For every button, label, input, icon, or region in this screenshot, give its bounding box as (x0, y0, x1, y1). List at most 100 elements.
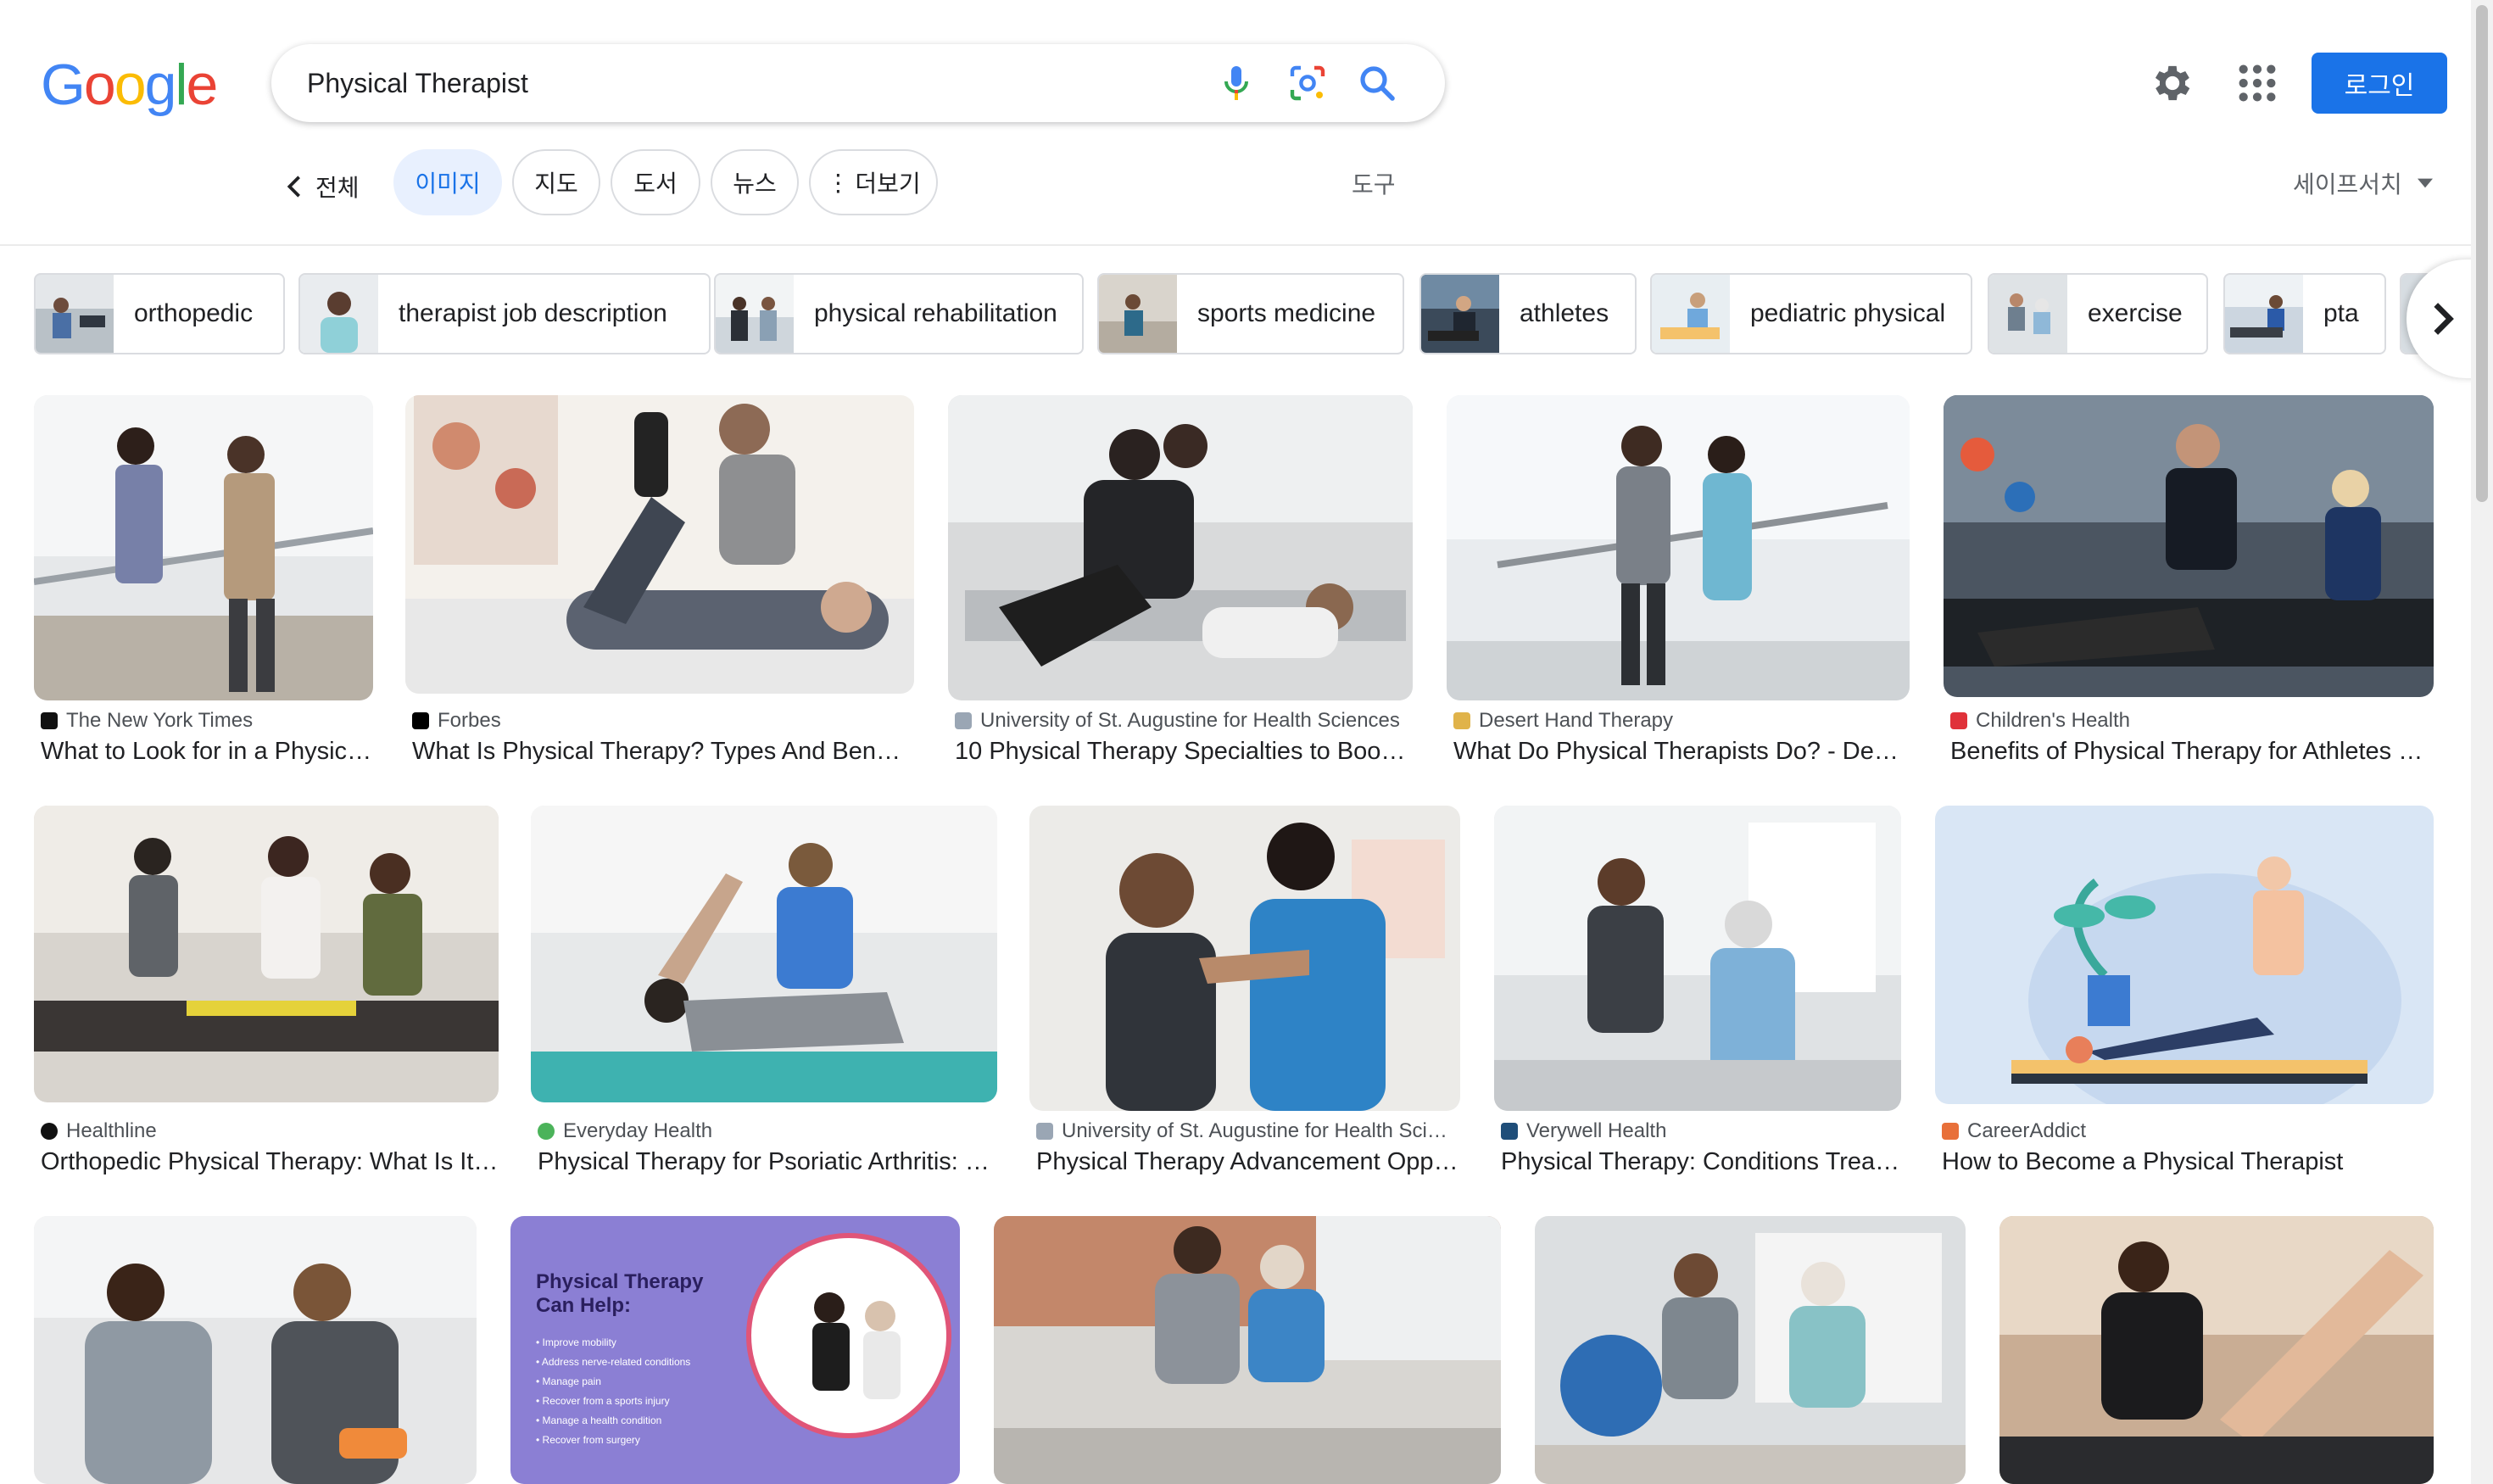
tab-all-back[interactable]: 전체 (285, 161, 360, 212)
image-result-card[interactable]: University of St. Augustine for Health S… (948, 395, 1413, 765)
search-icon[interactable] (1357, 63, 1397, 103)
result-source[interactable]: Healthline (41, 1119, 157, 1143)
source-name: Forbes (438, 709, 501, 732)
header-divider (0, 244, 2471, 246)
settings-gear-icon[interactable] (2149, 59, 2196, 107)
result-image[interactable] (1447, 395, 1910, 700)
chevron-left-icon (287, 176, 300, 198)
favicon (955, 712, 972, 729)
apps-grid-icon[interactable] (2234, 59, 2281, 107)
tab-news[interactable]: 뉴스 (711, 149, 799, 215)
source-name: Everyday Health (563, 1119, 713, 1142)
chip-label: pta (2323, 299, 2359, 327)
lens-icon[interactable] (1287, 63, 1328, 103)
result-title[interactable]: What Do Physical Therapists Do? - Desert… (1453, 738, 1910, 766)
result-image[interactable] (948, 395, 1413, 700)
result-source[interactable]: University of St. Augustine for Health S… (955, 709, 1400, 733)
tab-images[interactable]: 이미지 (393, 149, 502, 215)
chip-pta[interactable]: pta (2223, 273, 2386, 354)
image-result-card[interactable]: Forbes What Is Physical Therapy? Types A… (405, 395, 914, 765)
image-result-card[interactable]: University of St. Augustine for Health S… (1029, 806, 1460, 1175)
chip-label: therapist job description (399, 299, 667, 327)
safesearch-label: 세이프서치 (2293, 171, 2402, 198)
result-title[interactable]: 10 Physical Therapy Specialties to Boost… (955, 738, 1413, 766)
image-result-card[interactable]: CareerAddict How to Become a Physical Th… (1935, 806, 2434, 1175)
chip-athletes[interactable]: athletes (1419, 273, 1637, 354)
result-image[interactable] (1944, 395, 2434, 697)
logo-letter: o (114, 53, 147, 117)
chip-thumbnail (1989, 275, 2067, 353)
image-result-card[interactable]: Desert Hand Therapy What Do Physical The… (1447, 395, 1910, 765)
result-image[interactable] (994, 1216, 1501, 1484)
chevron-right-icon (2434, 303, 2454, 335)
favicon (1942, 1123, 1959, 1140)
favicon (412, 712, 429, 729)
result-title[interactable]: Benefits of Physical Therapy for Athlete… (1950, 738, 2434, 766)
tools-button[interactable]: 도구 (1352, 166, 1396, 200)
infographic-title-line2: Can Help: (536, 1294, 632, 1317)
favicon (538, 1123, 555, 1140)
chip-label: orthopedic (134, 299, 254, 327)
more-vert-icon: ⋮ (826, 169, 851, 196)
result-title[interactable]: What Is Physical Therapy? Types And Bene… (412, 738, 907, 766)
chip-pediatric-physical[interactable]: pediatric physical (1650, 273, 1972, 354)
result-source[interactable]: Forbes (412, 709, 501, 733)
image-result-card[interactable]: Healthline Orthopedic Physical Therapy: … (34, 806, 499, 1175)
result-title[interactable]: Orthopedic Physical Therapy: What Is It,… (41, 1148, 499, 1176)
result-title[interactable]: What to Look for in a Physical Therapist (41, 738, 373, 766)
chip-sports-medicine[interactable]: sports medicine (1097, 273, 1404, 354)
tab-maps[interactable]: 지도 (512, 149, 600, 215)
result-image[interactable] (1535, 1216, 1966, 1484)
result-image[interactable] (1029, 806, 1460, 1111)
result-image[interactable] (34, 806, 499, 1102)
tab-more-label: 더보기 (855, 170, 921, 197)
scrollbar-thumb[interactable] (2476, 5, 2488, 502)
search-box[interactable] (271, 44, 1445, 122)
result-source[interactable]: Verywell Health (1501, 1119, 1666, 1143)
result-image[interactable] (34, 1216, 477, 1484)
image-result-card[interactable]: The New York Times What to Look for in a… (34, 395, 373, 765)
google-logo[interactable]: Google (41, 53, 218, 117)
result-image[interactable]: Physical Therapy Can Help: • Improve mob… (510, 1216, 960, 1484)
chip-label: pediatric physical (1750, 299, 1946, 327)
infographic-item: • Manage pain (536, 1375, 601, 1387)
result-source[interactable]: Desert Hand Therapy (1453, 709, 1673, 733)
result-image[interactable] (1935, 806, 2434, 1104)
result-source[interactable]: Everyday Health (538, 1119, 712, 1143)
result-title[interactable]: Physical Therapy for Psoriatic Arthritis… (538, 1148, 997, 1176)
chip-label: exercise (2088, 299, 2183, 327)
result-source[interactable]: The New York Times (41, 709, 253, 733)
search-input[interactable] (305, 59, 1153, 107)
tab-books[interactable]: 도서 (611, 149, 700, 215)
image-result-card[interactable]: Verywell Health Physical Therapy: Condit… (1494, 806, 1901, 1175)
microphone-icon[interactable] (1216, 63, 1257, 103)
logo-letter: l (175, 53, 187, 117)
logo-letter: o (83, 53, 116, 117)
result-title[interactable]: Physical Therapy: Conditions Treated and… (1501, 1148, 1901, 1176)
image-result-card[interactable]: Children's Health Benefits of Physical T… (1944, 395, 2434, 765)
logo-letter: G (41, 53, 86, 117)
result-source[interactable]: Children's Health (1950, 709, 2130, 733)
chip-exercise[interactable]: exercise (1988, 273, 2208, 354)
image-result-card[interactable]: Everyday Health Physical Therapy for Pso… (531, 806, 997, 1175)
result-title[interactable]: Physical Therapy Advancement Opportuniti… (1036, 1148, 1460, 1176)
source-name: The New York Times (66, 709, 254, 732)
infographic-item: • Improve mobility (536, 1336, 616, 1348)
result-source[interactable]: CareerAddict (1942, 1119, 2086, 1143)
page-scrollbar[interactable] (2471, 0, 2493, 1484)
tab-all-label: 전체 (315, 175, 360, 201)
chip-therapist-job-description[interactable]: therapist job description (298, 273, 711, 354)
chip-physical-rehabilitation[interactable]: physical rehabilitation (714, 273, 1084, 354)
result-image[interactable] (1999, 1216, 2434, 1484)
result-image[interactable] (405, 395, 914, 694)
result-image[interactable] (531, 806, 997, 1102)
result-source[interactable]: University of St. Augustine for Health S… (1036, 1119, 1452, 1143)
safesearch-dropdown[interactable]: 세이프서치 (2293, 166, 2433, 200)
result-title[interactable]: How to Become a Physical Therapist (1942, 1148, 2434, 1176)
result-image[interactable] (34, 395, 373, 700)
login-button[interactable]: 로그인 (2312, 53, 2447, 114)
tab-more[interactable]: ⋮ 더보기 (809, 149, 938, 215)
source-name: University of St. Augustine for Health S… (980, 709, 1400, 732)
chip-orthopedic[interactable]: orthopedic (34, 273, 285, 354)
result-image[interactable] (1494, 806, 1901, 1111)
